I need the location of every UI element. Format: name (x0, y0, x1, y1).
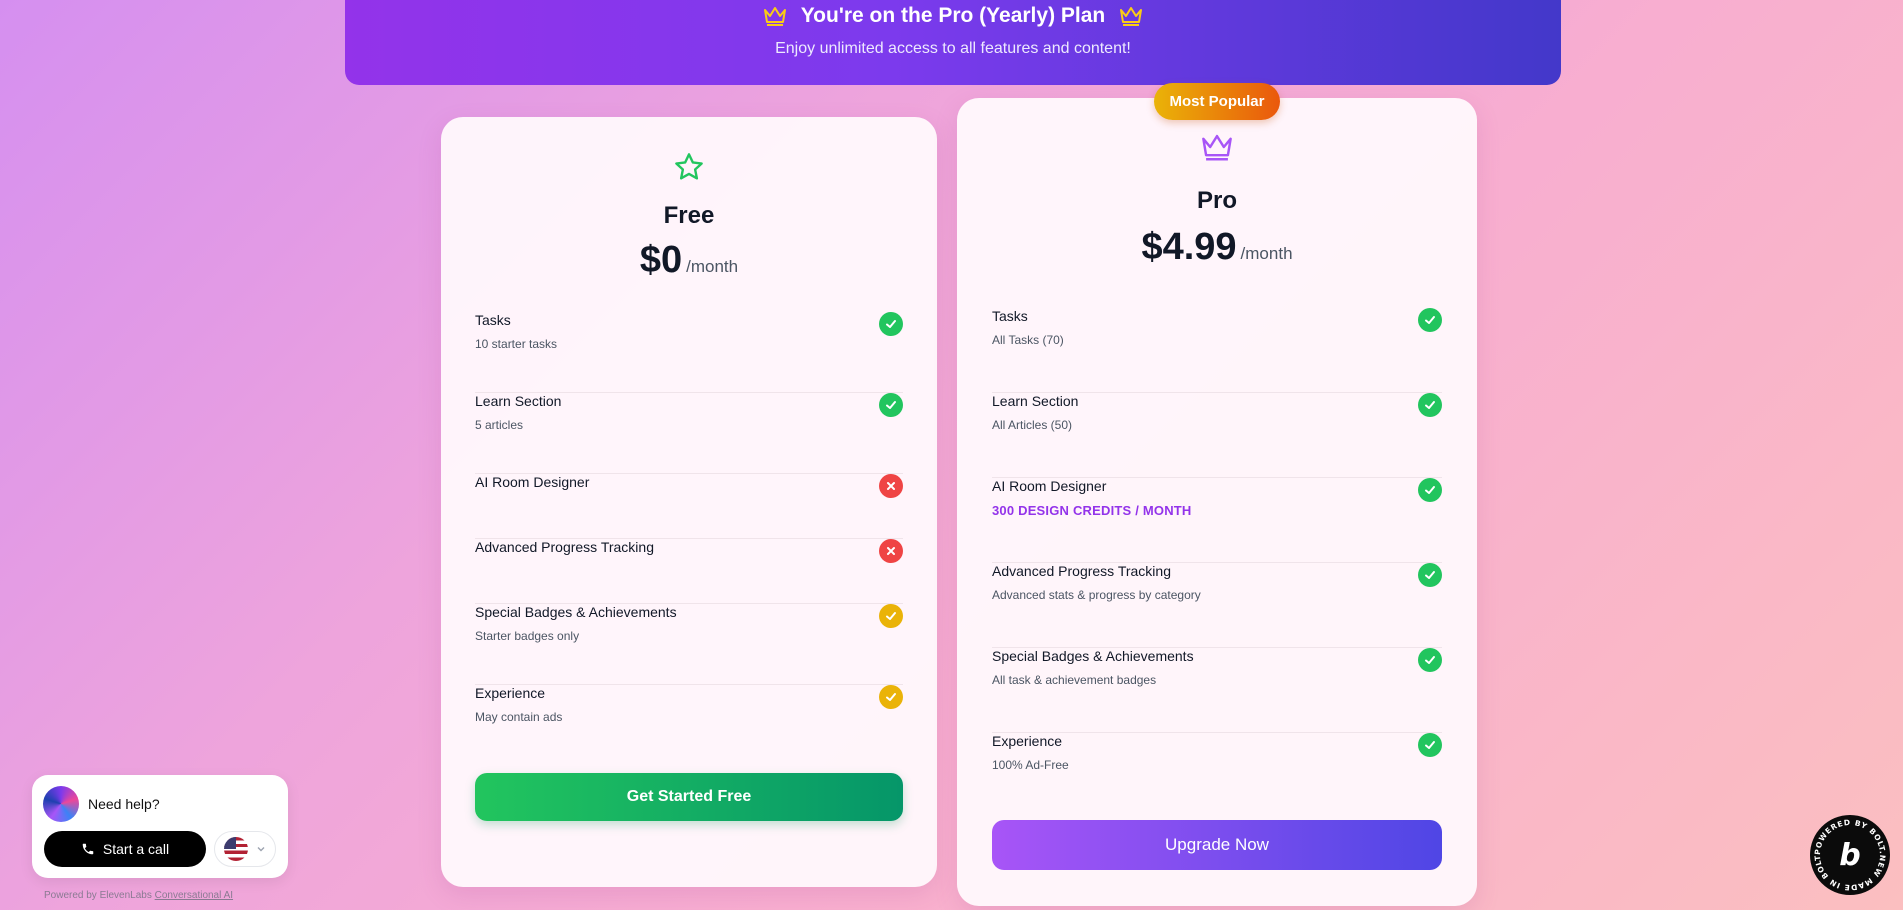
plan-price: $4.99/month (957, 226, 1477, 269)
feature-item: Experience 100% Ad-Free (992, 733, 1442, 818)
feature-title: Advanced Progress Tracking (992, 563, 1171, 579)
check-icon (1418, 648, 1442, 672)
feature-title: Learn Section (992, 393, 1079, 409)
feature-detail: 10 starter tasks (475, 337, 558, 351)
plan-icon-wrap (441, 151, 937, 183)
phone-icon (82, 843, 94, 855)
feature-detail: All Tasks (70) (992, 333, 1064, 347)
plan-price: $0/month (441, 239, 937, 282)
help-prompt: Need help? (88, 796, 160, 812)
pro-plan-card: Pro $4.99/month Tasks All Tasks (70) Lea… (957, 98, 1477, 906)
feature-item: Tasks All Tasks (70) (992, 308, 1442, 393)
feature-item: Special Badges & Achievements All task &… (992, 648, 1442, 733)
us-flag-icon (224, 837, 248, 861)
feature-title: Special Badges & Achievements (992, 648, 1194, 664)
feature-item: Advanced Progress Tracking (475, 539, 903, 604)
design-credits-label: 300 DESIGN CREDITS / MONTH (992, 503, 1192, 518)
price-amount: $4.99 (1141, 226, 1237, 268)
feature-detail: 100% Ad-Free (992, 758, 1069, 772)
plan-icon-wrap (957, 132, 1477, 162)
feature-title: Learn Section (475, 393, 562, 409)
feature-title: Tasks (992, 308, 1028, 324)
check-icon (1418, 393, 1442, 417)
feature-detail: Advanced stats & progress by category (992, 588, 1201, 602)
x-icon (879, 474, 903, 498)
powered-by-text: Powered by ElevenLabs Conversational AI (44, 890, 233, 901)
price-period: /month (686, 257, 739, 276)
feature-item: Experience May contain ads (475, 685, 903, 766)
feature-item: Learn Section All Articles (50) (992, 393, 1442, 478)
feature-item: AI Room Designer (475, 474, 903, 539)
crown-icon (1202, 134, 1232, 161)
upgrade-now-button[interactable]: Upgrade Now (992, 820, 1442, 870)
start-call-button[interactable]: Start a call (44, 831, 206, 867)
price-period: /month (1240, 244, 1293, 263)
feature-detail: Starter badges only (475, 629, 580, 643)
assistant-avatar (43, 786, 79, 822)
crown-icon (763, 7, 786, 26)
check-icon (1418, 478, 1442, 502)
start-call-label: Start a call (102, 841, 170, 857)
bolt-badge[interactable]: POWERED BY BOLT.NEW MADE IN BOLT.NEW b (1810, 815, 1890, 895)
feature-list: Tasks 10 starter tasks Learn Section 5 a… (475, 312, 903, 766)
free-plan-card: Free $0/month Tasks 10 starter tasks Lea… (441, 117, 937, 887)
x-icon (879, 539, 903, 563)
feature-detail: All Articles (50) (992, 418, 1073, 432)
svg-text:b: b (1839, 838, 1860, 873)
check-icon (879, 393, 903, 417)
feature-item: Tasks 10 starter tasks (475, 312, 903, 393)
feature-title: Experience (475, 685, 546, 701)
feature-title: Tasks (475, 312, 511, 328)
check-icon (879, 685, 903, 709)
bolt-logo-icon: POWERED BY BOLT.NEW MADE IN BOLT.NEW b (1810, 815, 1886, 892)
plan-status-banner: You're on the Pro (Yearly) Plan Enjoy un… (345, 0, 1561, 85)
check-icon (1418, 308, 1442, 332)
feature-list: Tasks All Tasks (70) Learn Section All A… (992, 308, 1442, 818)
feature-item: Learn Section 5 articles (475, 393, 903, 474)
feature-item: Special Badges & Achievements Starter ba… (475, 604, 903, 685)
feature-title: Advanced Progress Tracking (475, 539, 654, 555)
language-select[interactable] (214, 831, 276, 867)
check-icon (1418, 563, 1442, 587)
chevron-down-icon (257, 847, 265, 852)
check-icon (879, 604, 903, 628)
plan-name: Pro (1196, 187, 1237, 214)
banner-title-row: You're on the Pro (Yearly) Plan (345, 4, 1561, 28)
feature-title: AI Room Designer (992, 478, 1107, 494)
price-amount: $0 (639, 239, 683, 281)
banner-subtitle: Enjoy unlimited access to all features a… (775, 40, 1131, 57)
feature-item: AI Room Designer 300 DESIGN CREDITS / MO… (992, 478, 1442, 563)
feature-title: Experience (992, 733, 1063, 749)
feature-title: Special Badges & Achievements (475, 604, 677, 620)
feature-item: Advanced Progress Tracking Advanced stat… (992, 563, 1442, 648)
star-icon (675, 153, 703, 180)
feature-title: AI Room Designer (475, 474, 590, 490)
most-popular-badge: Most Popular (1154, 83, 1280, 120)
check-icon (1418, 733, 1442, 757)
conversational-ai-link[interactable]: Conversational AI (155, 890, 233, 901)
banner-title: You're on the Pro (Yearly) Plan (800, 4, 1106, 27)
feature-detail: May contain ads (475, 710, 563, 724)
feature-detail: All task & achievement badges (992, 673, 1157, 687)
feature-detail: 5 articles (475, 418, 524, 432)
powered-by-label: Powered by ElevenLabs (44, 890, 152, 901)
help-widget: Need help? Start a call (32, 775, 288, 878)
check-icon (879, 312, 903, 336)
plan-name: Free (663, 202, 715, 229)
get-started-free-button[interactable]: Get Started Free (475, 773, 903, 821)
crown-icon (1120, 7, 1143, 26)
